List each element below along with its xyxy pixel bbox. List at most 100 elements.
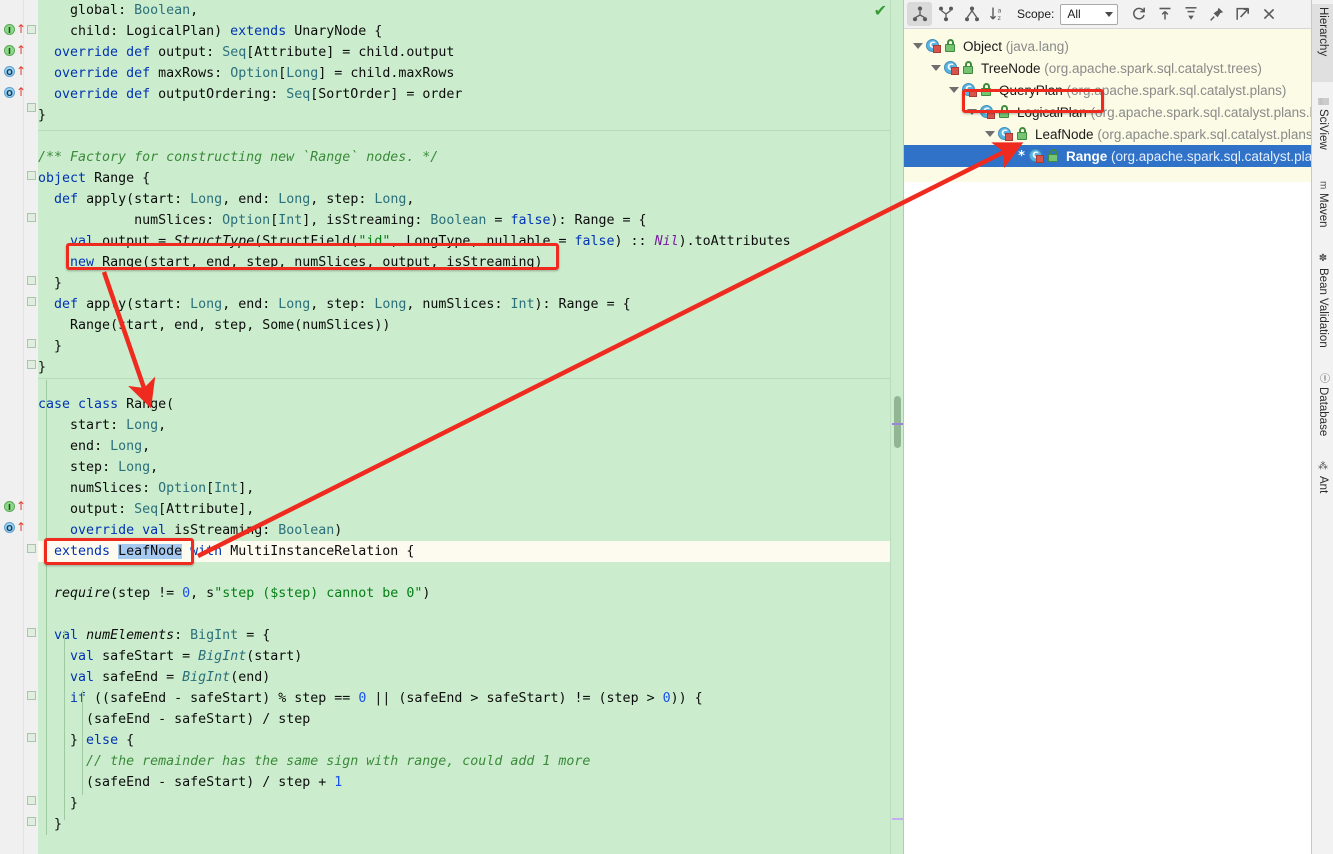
code-line[interactable]: step: Long, bbox=[38, 457, 158, 478]
code-line[interactable]: numSlices: Option[Int], bbox=[38, 478, 254, 499]
fold-toggle[interactable] bbox=[27, 171, 36, 180]
refresh-button[interactable] bbox=[1126, 2, 1151, 26]
code-folding-strip[interactable] bbox=[24, 0, 38, 854]
tool-window-tab-ant[interactable]: ⁂ Ant bbox=[1312, 458, 1333, 500]
editor-scrollbar-thumb[interactable] bbox=[894, 396, 901, 448]
code-line[interactable]: if ((safeEnd - safeStart) % step == 0 ||… bbox=[38, 688, 703, 709]
expand-all-button[interactable] bbox=[1152, 2, 1177, 26]
implementing-method-marker[interactable]: I ↑ bbox=[4, 44, 26, 59]
overriding-method-marker[interactable]: O ↑ bbox=[4, 521, 26, 536]
chevron-down-icon[interactable] bbox=[910, 35, 925, 57]
code-text-area[interactable]: global: Boolean, child: LogicalPlan) ext… bbox=[38, 0, 903, 854]
arrow-up-icon: ↑ bbox=[16, 22, 27, 36]
scope-select[interactable]: All bbox=[1060, 3, 1119, 25]
code-line[interactable]: object Range { bbox=[38, 168, 150, 189]
fold-toggle[interactable] bbox=[27, 796, 36, 805]
hierarchy-tool-window: a z Scope: All Object (java.lang) TreeNo… bbox=[903, 0, 1311, 854]
class-icon: C bbox=[997, 126, 1014, 142]
code-line[interactable]: // the remainder has the same sign with … bbox=[38, 751, 590, 772]
fold-toggle[interactable] bbox=[27, 544, 36, 553]
open-in-editor-button[interactable] bbox=[1230, 2, 1255, 26]
editor-scrollbar[interactable] bbox=[890, 0, 903, 854]
fold-toggle[interactable] bbox=[27, 628, 36, 637]
editor-gutter[interactable] bbox=[0, 0, 24, 854]
code-editor[interactable]: global: Boolean, child: LogicalPlan) ext… bbox=[0, 0, 903, 854]
code-line[interactable]: child: LogicalPlan) extends UnaryNode { bbox=[38, 21, 382, 42]
code-line[interactable]: case class Range( bbox=[38, 394, 174, 415]
fold-toggle[interactable] bbox=[27, 103, 36, 112]
fold-toggle[interactable] bbox=[27, 276, 36, 285]
code-line[interactable]: } bbox=[38, 336, 62, 357]
code-line[interactable]: override def outputOrdering: Seq[SortOrd… bbox=[38, 84, 462, 105]
tool-window-tab-label: Ant bbox=[1317, 476, 1329, 494]
fold-toggle[interactable] bbox=[27, 691, 36, 700]
code-line[interactable]: } bbox=[38, 273, 62, 294]
sort-alphabetically-button[interactable]: a z bbox=[985, 2, 1010, 26]
code-line[interactable]: } bbox=[38, 793, 78, 814]
type-hierarchy-button[interactable] bbox=[907, 2, 932, 26]
expand-all-icon bbox=[1159, 7, 1171, 20]
public-visibility-icon bbox=[943, 38, 958, 54]
collapse-all-button[interactable] bbox=[1178, 2, 1203, 26]
chevron-down-icon[interactable] bbox=[928, 57, 943, 79]
code-line[interactable]: override def output: Seq[Attribute] = ch… bbox=[38, 42, 454, 63]
tree-node-package: (org.apache.spark.sql.catalyst.trees) bbox=[1040, 60, 1262, 76]
hierarchy-tree[interactable]: CObject (java.lang)CTreeNode (org.apache… bbox=[904, 29, 1311, 854]
code-line[interactable]: } bbox=[38, 814, 62, 835]
tool-window-tab-label: Hierarchy bbox=[1317, 7, 1329, 57]
tree-row[interactable]: C TreeNode (org.apache.spark.sql.catalyst… bbox=[904, 57, 1311, 79]
implementing-method-marker[interactable]: I ↑ bbox=[4, 500, 26, 515]
code-line[interactable]: start: Long, bbox=[38, 415, 166, 436]
right-tool-window-bar[interactable]: Hierarchy ▒ SciView m Maven ✽ Bean Validation Ⓘ… bbox=[1311, 0, 1333, 854]
code-line[interactable]: val safeEnd = BigInt(end) bbox=[38, 667, 270, 688]
fold-toggle[interactable] bbox=[27, 817, 36, 826]
supertype-hierarchy-button[interactable] bbox=[959, 2, 984, 26]
code-line[interactable]: Range(start, end, step, Some(numSlices)) bbox=[38, 315, 390, 336]
code-line[interactable]: } bbox=[38, 105, 46, 126]
code-line[interactable]: def apply(start: Long, end: Long, step: … bbox=[38, 294, 631, 315]
tool-window-tab-hierarchy[interactable]: Hierarchy bbox=[1312, 4, 1333, 82]
fold-toggle[interactable] bbox=[27, 339, 36, 348]
marker-badge: O bbox=[4, 87, 15, 98]
fold-toggle[interactable] bbox=[27, 733, 36, 742]
code-line[interactable]: def apply(start: Long, end: Long, step: … bbox=[38, 189, 414, 210]
code-line[interactable]: } else { bbox=[38, 730, 134, 751]
code-line[interactable]: global: Boolean, bbox=[38, 0, 198, 21]
code-line[interactable]: val safeStart = BigInt(start) bbox=[38, 646, 302, 667]
implementing-method-marker[interactable]: I ↑ bbox=[4, 22, 27, 38]
tool-window-tab-bean-validation[interactable]: ✽ Bean Validation bbox=[1312, 250, 1333, 360]
fold-toggle[interactable] bbox=[27, 213, 36, 222]
code-line[interactable]: numSlices: Option[Int], isStreaming: Boo… bbox=[38, 210, 646, 231]
close-button[interactable] bbox=[1256, 2, 1281, 26]
overriding-method-marker[interactable]: O ↑ bbox=[4, 64, 27, 80]
subtype-hierarchy-button[interactable] bbox=[933, 2, 958, 26]
inspection-status-check-icon[interactable]: ✔ bbox=[874, 1, 887, 20]
code-line[interactable]: (safeEnd - safeStart) / step + 1 bbox=[38, 772, 342, 793]
tree-row-selected[interactable]: *C Range (org.apache.spark.sql.catalyst.p… bbox=[904, 145, 1311, 167]
overriding-method-marker[interactable]: O ↑ bbox=[4, 86, 26, 101]
fold-toggle[interactable] bbox=[27, 360, 36, 369]
code-line[interactable]: } bbox=[38, 357, 46, 378]
tool-window-tab-sciview[interactable]: ▒ SciView bbox=[1312, 95, 1333, 167]
fold-toggle[interactable] bbox=[27, 297, 36, 306]
tree-node-name: LeafNode bbox=[1035, 126, 1094, 142]
code-line[interactable]: end: Long, bbox=[38, 436, 150, 457]
code-line[interactable]: (safeEnd - safeStart) / step bbox=[38, 709, 310, 730]
code-line[interactable]: output: Seq[Attribute], bbox=[38, 499, 254, 520]
chevron-down-icon[interactable] bbox=[982, 123, 997, 145]
tree-row[interactable]: C LeafNode (org.apache.spark.sql.catalyst… bbox=[904, 123, 1311, 145]
hierarchy-toolbar: a z Scope: All bbox=[904, 0, 1311, 29]
code-line[interactable]: /** Factory for constructing new `Range`… bbox=[38, 147, 438, 168]
tool-window-tab-database[interactable]: Ⓘ Database bbox=[1312, 370, 1333, 450]
refresh-icon bbox=[1132, 7, 1145, 20]
code-line[interactable]: require(step != 0, s"step ($step) cannot… bbox=[38, 583, 430, 604]
code-line[interactable]: override def maxRows: Option[Long] = chi… bbox=[38, 63, 454, 84]
chevron-down-icon[interactable] bbox=[946, 79, 961, 101]
tool-window-tab-maven[interactable]: m Maven bbox=[1312, 178, 1333, 240]
arrow-up-icon: ↑ bbox=[16, 64, 27, 78]
tool-window-tab-label: Database bbox=[1317, 387, 1329, 437]
fold-toggle[interactable] bbox=[27, 25, 36, 34]
pin-tab-button[interactable] bbox=[1204, 2, 1229, 26]
tree-row[interactable]: C Object (java.lang) bbox=[904, 35, 1311, 57]
code-line[interactable]: val numElements: BigInt = { bbox=[38, 625, 270, 646]
